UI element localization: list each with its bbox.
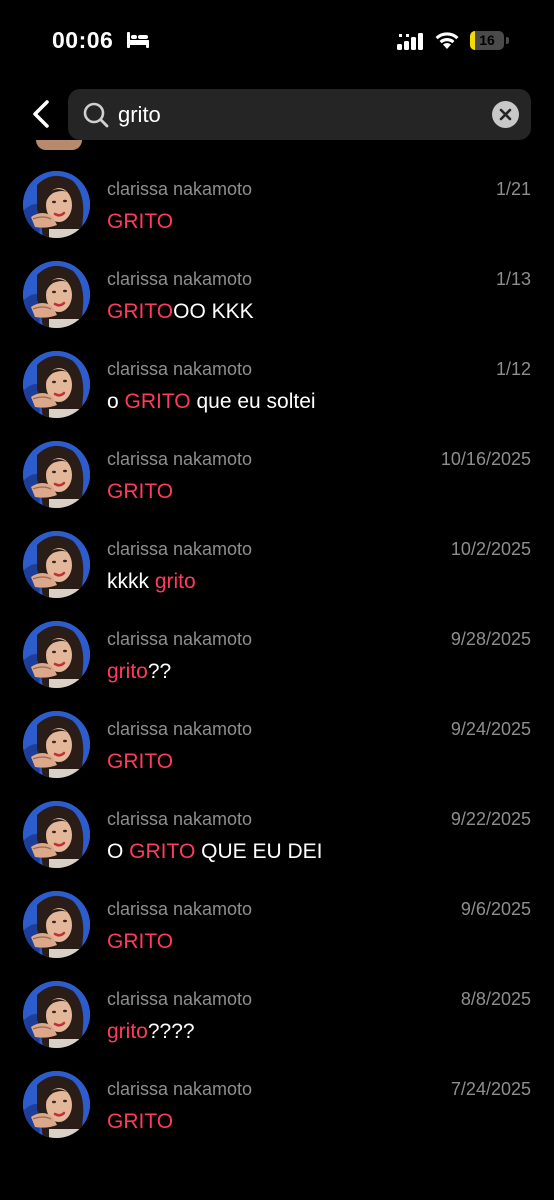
- message-date: 9/6/2025: [460, 899, 531, 919]
- highlighted-match: GRITO: [107, 1110, 174, 1133]
- search-result-row[interactable]: clarissa nakamoto 9/22/2025 O GRITO QUE EU…: [0, 789, 554, 879]
- avatar[interactable]: [23, 711, 90, 778]
- search-results-list: clarissa nakamoto 1/21 GRITO clarissa naka…: [0, 159, 554, 1149]
- avatar[interactable]: [36, 140, 82, 150]
- status-bar: 00:06 16: [0, 0, 554, 80]
- search-icon: [82, 101, 110, 129]
- snippet-text: ????: [147, 1020, 195, 1043]
- message-snippet: GRITO: [107, 210, 173, 234]
- message-snippet: GRITO: [107, 750, 173, 774]
- search-result-row[interactable]: clarissa nakamoto 8/8/2025 grito????: [0, 969, 554, 1059]
- battery-icon: 16: [470, 31, 504, 50]
- message-date: 1/12: [495, 359, 531, 379]
- message-snippet: grito??: [107, 660, 171, 684]
- message-date: 9/28/2025: [450, 629, 531, 649]
- back-button[interactable]: [24, 96, 58, 132]
- message-snippet: GRITOOO KKK: [107, 300, 254, 324]
- search-result-row[interactable]: clarissa nakamoto 10/2/2025 kkkk grito: [0, 519, 554, 609]
- highlighted-match: grito: [107, 1020, 148, 1043]
- message-snippet: GRITO: [107, 930, 173, 954]
- highlighted-match: GRITO: [129, 840, 196, 863]
- snippet-text: OO KKK: [173, 300, 254, 323]
- battery-level: 16: [479, 32, 495, 48]
- search-result-row[interactable]: clarissa nakamoto 1/12 o GRITO que eu solt…: [0, 339, 554, 429]
- sender-name: clarissa nakamoto: [107, 449, 253, 469]
- snippet-text: ??: [147, 660, 172, 683]
- sender-name: clarissa nakamoto: [107, 179, 253, 199]
- search-result-row[interactable]: clarissa nakamoto 9/6/2025 GRITO: [0, 879, 554, 969]
- snippet-text: o: [107, 390, 125, 413]
- avatar[interactable]: [23, 801, 90, 868]
- sender-name: clarissa nakamoto: [107, 899, 253, 919]
- chevron-left-icon: [33, 100, 49, 128]
- battery-cap: [506, 37, 509, 44]
- highlighted-match: GRITO: [107, 210, 174, 233]
- sender-name: clarissa nakamoto: [107, 1079, 253, 1099]
- search-result-row[interactable]: clarissa nakamoto 10/16/2025 GRITO: [0, 429, 554, 519]
- message-snippet: O GRITO QUE EU DEI: [107, 840, 323, 864]
- snippet-text: QUE EU DEI: [195, 840, 323, 863]
- sender-name: clarissa nakamoto: [107, 539, 253, 559]
- avatar[interactable]: [23, 981, 90, 1048]
- sender-name: clarissa nakamoto: [107, 809, 253, 829]
- message-snippet: o GRITO que eu soltei: [107, 390, 316, 414]
- message-date: 7/24/2025: [450, 1079, 531, 1099]
- avatar[interactable]: [23, 1071, 90, 1138]
- message-date: 10/2/2025: [450, 539, 531, 559]
- sender-name: clarissa nakamoto: [107, 719, 253, 739]
- avatar[interactable]: [23, 531, 90, 598]
- search-result-row[interactable]: clarissa nakamoto 7/24/2025 GRITO: [0, 1059, 554, 1149]
- search-result-row[interactable]: clarissa nakamoto 1/21 GRITO: [0, 159, 554, 249]
- bed-icon: [126, 31, 150, 49]
- sender-name: clarissa nakamoto: [107, 629, 253, 649]
- snippet-text: que eu soltei: [190, 390, 316, 413]
- highlighted-match: GRITO: [107, 300, 174, 323]
- message-date: 1/21: [495, 179, 531, 199]
- message-snippet: kkkk grito: [107, 570, 196, 594]
- message-date: 9/22/2025: [450, 809, 531, 829]
- message-date: 1/13: [495, 269, 531, 289]
- search-result-row[interactable]: clarissa nakamoto 9/24/2025 GRITO: [0, 699, 554, 789]
- search-result-row[interactable]: clarissa nakamoto 9/28/2025 grito??: [0, 609, 554, 699]
- search-input[interactable]: [118, 89, 478, 140]
- snippet-text: O: [107, 840, 130, 863]
- snippet-text: kkkk: [107, 570, 155, 593]
- highlighted-match: grito: [107, 660, 148, 683]
- search-result-row[interactable]: clarissa nakamoto 1/13 GRITOOO KKK: [0, 249, 554, 339]
- sender-name: clarissa nakamoto: [107, 359, 253, 379]
- status-time: 00:06: [52, 27, 114, 53]
- close-icon: [499, 108, 512, 121]
- avatar[interactable]: [23, 621, 90, 688]
- avatar[interactable]: [23, 441, 90, 508]
- highlighted-match: GRITO: [124, 390, 191, 413]
- sender-name: clarissa nakamoto: [107, 989, 253, 1009]
- signal-icon: [397, 33, 423, 50]
- highlighted-match: GRITO: [107, 750, 174, 773]
- message-date: 9/24/2025: [450, 719, 531, 739]
- highlighted-match: GRITO: [107, 930, 174, 953]
- message-snippet: grito????: [107, 1020, 195, 1044]
- sender-name: clarissa nakamoto: [107, 269, 253, 289]
- highlighted-match: GRITO: [107, 480, 174, 503]
- avatar[interactable]: [23, 351, 90, 418]
- avatar[interactable]: [23, 891, 90, 958]
- avatar[interactable]: [23, 171, 90, 238]
- message-snippet: GRITO: [107, 1110, 173, 1134]
- message-date: 8/8/2025: [460, 989, 531, 1009]
- search-bar[interactable]: [68, 89, 531, 140]
- avatar[interactable]: [23, 261, 90, 328]
- message-snippet: GRITO: [107, 480, 173, 504]
- message-date: 10/16/2025: [440, 449, 531, 469]
- wifi-icon: [434, 30, 460, 50]
- clear-search-button[interactable]: [492, 101, 519, 128]
- highlighted-match: grito: [154, 570, 196, 593]
